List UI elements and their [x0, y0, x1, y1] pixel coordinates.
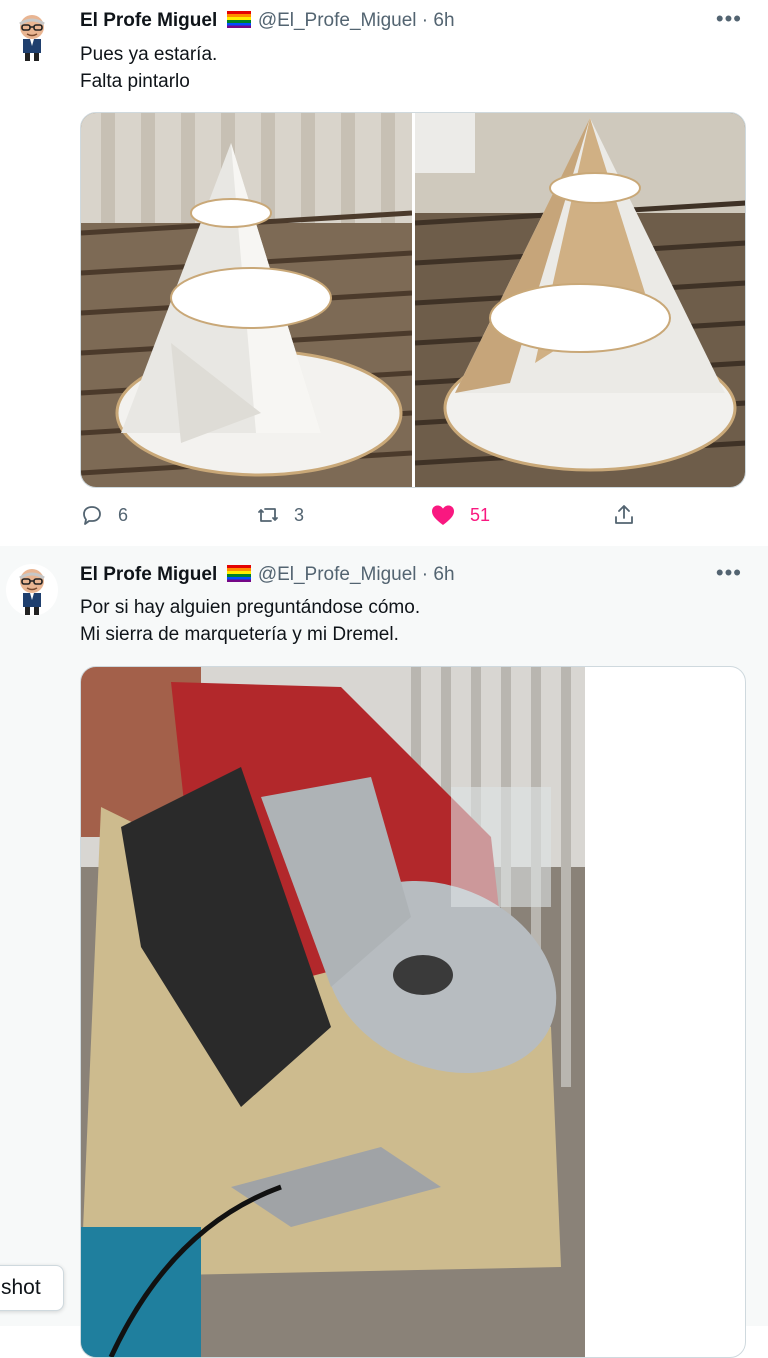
tweet-text-line: Por si hay alguien preguntándose cómo.	[80, 597, 421, 618]
tweet-timestamp[interactable]: 6h	[433, 10, 454, 31]
tweet-photo[interactable]	[81, 113, 412, 487]
tweet-text: Por si hay alguien preguntándose cómo. M…	[80, 594, 420, 648]
avatar[interactable]	[6, 10, 58, 62]
share-icon	[615, 505, 633, 524]
retweet-icon	[258, 508, 278, 522]
tweet-photo[interactable]	[81, 667, 585, 1357]
author-name[interactable]: El Profe Miguel	[80, 564, 217, 585]
tweet-actions: 6 3 51	[80, 503, 660, 533]
tweet-text-line: Falta pintarlo	[80, 71, 190, 92]
separator-dot: ·	[421, 564, 429, 585]
reply-icon	[83, 506, 101, 525]
retweet-button[interactable]: 3	[256, 503, 304, 527]
tweet-media	[80, 666, 746, 1358]
tweet-photo[interactable]	[414, 113, 745, 487]
reply-count: 6	[118, 504, 129, 525]
tweet-text: Pues ya estaría. Falta pintarlo	[80, 41, 217, 95]
screenshot-button-label: shot	[1, 1276, 41, 1299]
screenshot-button[interactable]: shot	[0, 1265, 64, 1311]
reply-button[interactable]: 6	[80, 503, 128, 527]
heart-icon	[432, 505, 454, 525]
tweet-media-grid	[80, 112, 746, 488]
tweet-header: El Profe Miguel @El_Profe_Miguel · 6h	[80, 564, 455, 588]
like-count: 51	[470, 504, 491, 525]
avatar[interactable]	[6, 564, 58, 616]
rainbow-flag-icon	[226, 11, 251, 34]
like-button[interactable]: 51	[430, 503, 490, 527]
tweet-text-line: Pues ya estaría.	[80, 44, 218, 65]
tweet-text-line: Mi sierra de marquetería y mi Dremel.	[80, 624, 399, 645]
author-name[interactable]: El Profe Miguel	[80, 10, 217, 31]
separator-dot: ·	[421, 10, 429, 31]
tweet[interactable]: El Profe Miguel @El_Profe_Miguel · 6h ••…	[0, 546, 768, 1358]
share-button[interactable]	[612, 503, 636, 527]
retweet-count: 3	[294, 504, 305, 525]
tweet-header: El Profe Miguel @El_Profe_Miguel · 6h	[80, 10, 455, 34]
tweet-timestamp[interactable]: 6h	[433, 564, 454, 585]
rainbow-flag-icon	[226, 565, 251, 588]
tweet[interactable]: El Profe Miguel @El_Profe_Miguel · 6h ••…	[0, 0, 768, 546]
more-icon[interactable]: •••	[716, 6, 742, 32]
author-handle[interactable]: @El_Profe_Miguel	[258, 10, 417, 31]
more-icon[interactable]: •••	[716, 560, 742, 586]
author-handle[interactable]: @El_Profe_Miguel	[258, 564, 417, 585]
